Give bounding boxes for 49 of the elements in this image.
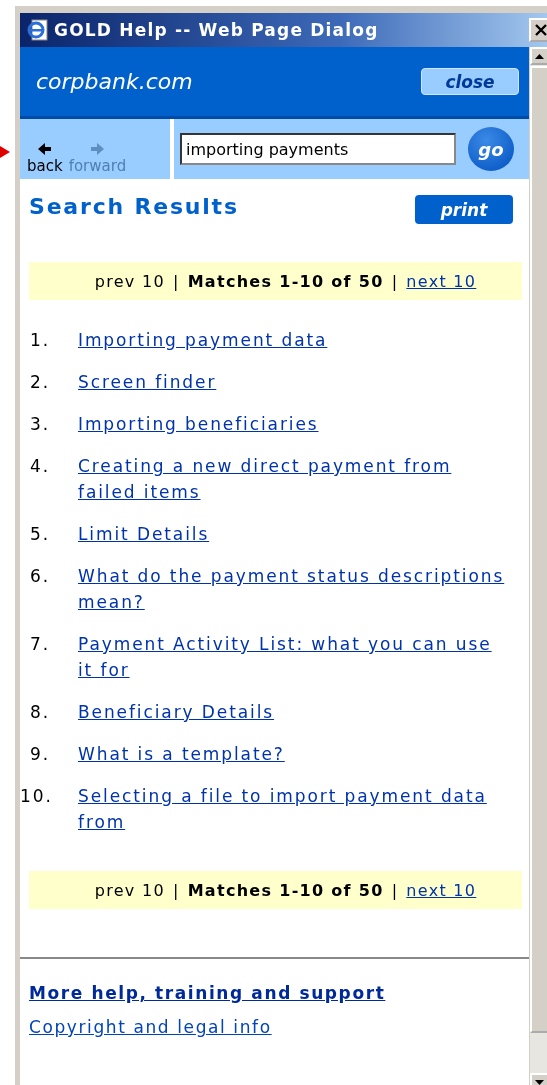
result-number: 2. [29,371,52,394]
arrow-right-icon [90,143,104,155]
pointer-arrow-icon [0,146,10,158]
print-button[interactable]: print [415,195,513,224]
result-number: 9. [29,743,52,766]
separator: | [391,880,399,900]
result-link[interactable]: Importing beneficiaries [78,411,522,437]
separator: | [172,271,180,291]
search-field[interactable]: importing payments [180,133,456,165]
result-link[interactable]: Importing payment data [78,327,522,353]
result-number: 1. [29,329,52,352]
result-link[interactable]: What do the payment status descriptions mean? [78,563,522,615]
next-link[interactable]: next 10 [406,880,477,900]
close-window-button[interactable] [529,18,547,42]
go-button[interactable]: go [468,127,514,171]
result-link[interactable]: Beneficiary Details [78,699,522,725]
result-link[interactable]: Selecting a file to import payment data from [78,783,522,835]
browser-icon [26,18,50,42]
brand-name: corpbank.com [36,69,193,94]
result-number: 7. [29,633,52,656]
result-number: 3. [29,413,52,436]
arrow-left-icon [38,143,52,155]
result-number: 6. [29,565,52,588]
result-number: 8. [29,701,52,724]
close-icon [534,23,547,37]
match-count: Matches 1-10 of 50 [187,880,384,900]
page-heading: Search Results [29,194,239,219]
separator: | [391,271,399,291]
result-number: 5. [29,523,52,546]
prev-label: prev 10 [94,271,165,291]
result-number: 10. [19,785,54,808]
scroll-up-button[interactable] [530,47,547,65]
result-link[interactable]: Payment Activity List: what you can use it for [78,631,522,683]
result-link[interactable]: Limit Details [78,521,522,547]
result-link[interactable]: What is a template? [78,741,522,767]
caret-up-icon [535,53,544,59]
footer-link[interactable]: Copyright and legal info [29,1017,272,1037]
result-link[interactable]: Screen finder [78,369,522,395]
caret-down-icon [535,1079,544,1085]
prev-label: prev 10 [94,880,165,900]
window-title: GOLD Help -- Web Page Dialog [54,20,380,40]
match-count: Matches 1-10 of 50 [187,271,384,291]
help-link[interactable]: More help, training and support [29,983,386,1003]
back-button[interactable]: back [27,143,63,175]
close-button[interactable]: close [421,68,519,95]
result-link[interactable]: Creating a new direct payment from failed items [78,453,522,505]
separator: | [172,880,180,900]
result-number: 4. [29,455,52,478]
next-link[interactable]: next 10 [406,271,477,291]
